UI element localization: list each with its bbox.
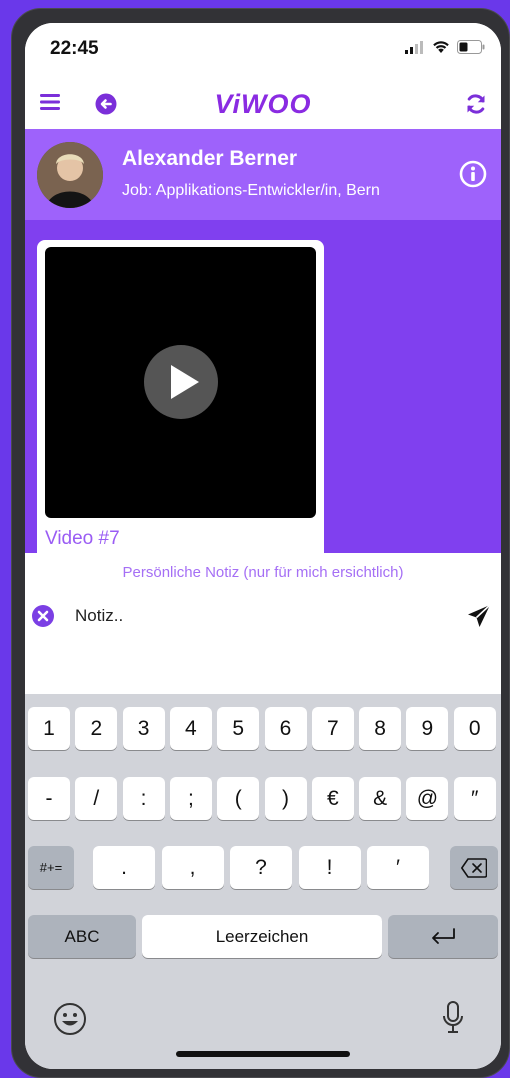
emoji-icon[interactable]: [53, 1002, 87, 1041]
home-indicator: [176, 1051, 350, 1057]
phone-screen: 22:45 ViWOO Alexander Berner Job: Applik…: [25, 23, 501, 1069]
profile-header[interactable]: Alexander Berner Job: Applikations-Entwi…: [25, 129, 501, 220]
video-list: Video #7: [25, 220, 501, 553]
key[interactable]: ′: [367, 846, 429, 889]
top-nav: ViWOO: [25, 81, 501, 129]
key[interactable]: -: [28, 777, 70, 820]
key-more-symbols[interactable]: #+=: [28, 846, 74, 889]
status-time: 22:45: [50, 38, 99, 59]
key[interactable]: .: [93, 846, 155, 889]
refresh-icon[interactable]: [465, 93, 487, 120]
note-input[interactable]: [75, 601, 435, 631]
key-space[interactable]: Leerzeichen: [142, 915, 382, 958]
video-thumbnail[interactable]: [45, 247, 316, 518]
video-label: Video #7: [45, 528, 120, 549]
play-icon[interactable]: [144, 345, 218, 419]
key[interactable]: 7: [311, 707, 354, 750]
key[interactable]: ): [264, 777, 307, 820]
key[interactable]: 9: [406, 707, 449, 750]
avatar[interactable]: [37, 142, 103, 208]
key[interactable]: ,: [161, 846, 224, 889]
keyboard: 1234567890 - /:;() € & @ ″ #+= .,?! ′ ABC Leer…: [25, 694, 501, 1069]
signal-icon: [405, 40, 423, 54]
battery-icon: [457, 40, 485, 54]
status-icons: [405, 40, 485, 54]
profile-job: Job: Applikations-Entwickler/in, Bern: [122, 182, 380, 199]
note-header: Persönliche Notiz (nur für mich ersichtl…: [122, 564, 404, 581]
key-abc[interactable]: ABC: [28, 915, 136, 958]
key[interactable]: :: [122, 777, 165, 820]
key[interactable]: @: [406, 777, 449, 820]
backspace-icon[interactable]: [450, 846, 498, 889]
key[interactable]: ;: [169, 777, 212, 820]
microphone-icon[interactable]: [442, 1000, 464, 1041]
key[interactable]: 3: [122, 707, 165, 750]
key[interactable]: €: [311, 777, 354, 820]
key[interactable]: !: [298, 846, 361, 889]
wifi-icon: [433, 41, 449, 53]
key[interactable]: 0: [453, 707, 496, 750]
key[interactable]: &: [359, 777, 402, 820]
key[interactable]: 8: [359, 707, 402, 750]
key[interactable]: ?: [230, 846, 292, 889]
clear-icon[interactable]: [30, 603, 56, 634]
key[interactable]: ″: [453, 777, 496, 820]
key[interactable]: 5: [217, 707, 260, 750]
key[interactable]: /: [75, 777, 118, 820]
key[interactable]: 2: [75, 707, 118, 750]
video-card[interactable]: Video #7: [37, 240, 324, 553]
key[interactable]: 6: [264, 707, 307, 750]
key[interactable]: (: [217, 777, 260, 820]
note-row: [25, 595, 501, 639]
app-logo: ViWOO: [214, 89, 312, 119]
key[interactable]: 4: [169, 707, 212, 750]
info-icon[interactable]: [459, 160, 487, 193]
status-bar: 22:45: [25, 23, 501, 81]
key[interactable]: 1: [28, 707, 70, 750]
profile-name: Alexander Berner: [122, 147, 298, 170]
send-icon[interactable]: [467, 604, 491, 633]
return-icon[interactable]: [388, 915, 498, 958]
